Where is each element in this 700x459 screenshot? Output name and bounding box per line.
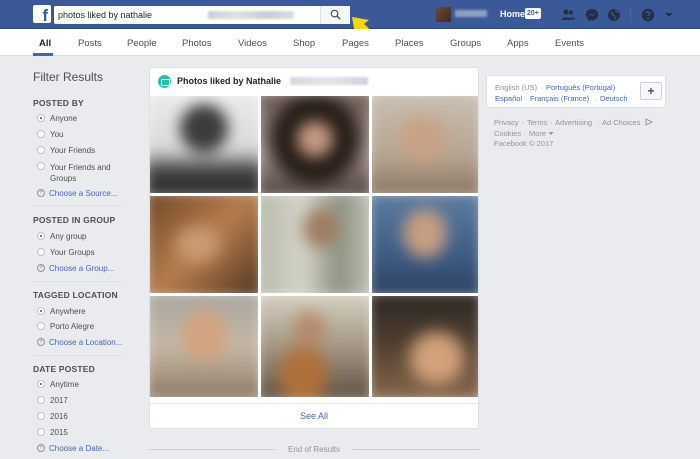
search-button[interactable] <box>320 6 350 24</box>
plus-circle-icon: + <box>37 338 45 346</box>
tab-posts[interactable]: Posts <box>78 38 102 49</box>
search-box[interactable]: photos liked by nathalie <box>54 6 350 24</box>
radio-selected[interactable] <box>37 114 45 122</box>
footer-link-cookies[interactable]: Cookies <box>494 129 521 138</box>
filter-results-title: Filter Results <box>33 70 104 84</box>
tagged-location-title: TAGGED LOCATION <box>33 290 118 300</box>
plus-circle-icon: + <box>37 189 45 197</box>
tab-events[interactable]: Events <box>555 38 584 49</box>
photo-thumbnail[interactable] <box>261 196 369 293</box>
globe-notifications-icon[interactable] <box>606 7 622 23</box>
radio[interactable] <box>37 162 45 170</box>
tab-photos[interactable]: Photos <box>182 38 212 49</box>
footer-link-terms[interactable]: Terms <box>527 118 547 127</box>
topbar-divider <box>630 8 631 22</box>
tab-places[interactable]: Places <box>395 38 424 49</box>
tab-groups[interactable]: Groups <box>450 38 481 49</box>
language-link[interactable]: Español <box>495 94 522 103</box>
plus-circle-icon: + <box>37 264 45 272</box>
radio[interactable] <box>37 130 45 138</box>
radio-selected[interactable] <box>37 307 45 315</box>
help-icon[interactable] <box>640 7 656 23</box>
language-link[interactable]: Français (France) <box>530 94 589 103</box>
footer-link-more[interactable]: More <box>529 129 546 138</box>
radio-selected[interactable] <box>37 380 45 388</box>
active-tab-indicator <box>33 53 53 56</box>
results-title[interactable]: Photos liked by Nathalie <box>177 76 281 86</box>
photo-thumbnail[interactable] <box>372 196 478 293</box>
profile-avatar[interactable] <box>436 7 451 22</box>
photos-icon <box>158 75 171 88</box>
account-menu-chevron-icon[interactable] <box>661 7 677 23</box>
footer-link-privacy[interactable]: Privacy <box>494 118 519 127</box>
radio[interactable] <box>37 396 45 404</box>
language-link[interactable]: Português (Portugal) <box>546 83 615 92</box>
photo-thumbnail[interactable] <box>150 196 258 293</box>
tab-pages[interactable]: Pages <box>342 38 369 49</box>
messenger-icon[interactable] <box>584 7 600 23</box>
radio-selected[interactable] <box>37 232 45 240</box>
photo-thumbnail[interactable] <box>150 296 258 397</box>
tab-videos[interactable]: Videos <box>238 38 267 49</box>
radio[interactable] <box>37 248 45 256</box>
radio[interactable] <box>37 146 45 154</box>
radio[interactable] <box>37 428 45 436</box>
tab-shop[interactable]: Shop <box>293 38 315 49</box>
photo-thumbnail[interactable] <box>150 96 258 193</box>
friend-requests-icon[interactable] <box>560 7 576 23</box>
add-language-button[interactable]: + <box>640 82 662 100</box>
photo-thumbnail[interactable] <box>372 96 478 193</box>
copyright: Facebook © 2017 <box>494 139 554 148</box>
tab-all[interactable]: All <box>39 38 51 49</box>
search-input[interactable]: photos liked by nathalie <box>58 10 152 20</box>
facebook-logo[interactable]: f <box>33 5 51 23</box>
posted-by-title: POSTED BY <box>33 98 84 108</box>
search-icon <box>330 9 341 20</box>
plus-circle-icon: + <box>37 444 45 452</box>
section-divider <box>33 281 123 282</box>
ad-choices-icon[interactable] <box>645 118 653 126</box>
photo-thumbnail[interactable] <box>372 296 478 397</box>
section-divider <box>33 205 123 206</box>
redacted-name <box>208 11 294 19</box>
date-posted-title: DATE POSTED <box>33 364 96 374</box>
home-notification-badge: 20+ <box>525 8 541 19</box>
radio[interactable] <box>37 322 45 330</box>
see-all-button[interactable]: See All <box>149 403 479 429</box>
posted-in-group-title: POSTED IN GROUP <box>33 215 116 225</box>
footer-link-advertising[interactable]: Advertising <box>555 118 592 127</box>
tab-apps[interactable]: Apps <box>507 38 529 49</box>
end-of-results-label: End of Results <box>287 445 341 454</box>
more-caret-icon[interactable] <box>548 131 554 136</box>
section-divider <box>33 355 123 356</box>
home-link[interactable]: Home <box>500 9 525 19</box>
language-link[interactable]: Deutsch <box>600 94 628 103</box>
search-tabs: All Posts People Photos Videos Shop Page… <box>0 29 700 56</box>
photo-thumbnail[interactable] <box>261 96 369 193</box>
profile-name-redacted[interactable] <box>455 10 487 17</box>
end-of-results: End of Results <box>149 444 479 456</box>
tab-people[interactable]: People <box>127 38 157 49</box>
photo-thumbnail[interactable] <box>261 296 369 397</box>
see-all-label: See All <box>299 411 329 421</box>
radio[interactable] <box>37 412 45 420</box>
redacted-surname <box>290 77 368 85</box>
footer-link-ad-choices[interactable]: Ad Choices <box>602 118 640 127</box>
current-language: English (US) <box>495 83 538 92</box>
